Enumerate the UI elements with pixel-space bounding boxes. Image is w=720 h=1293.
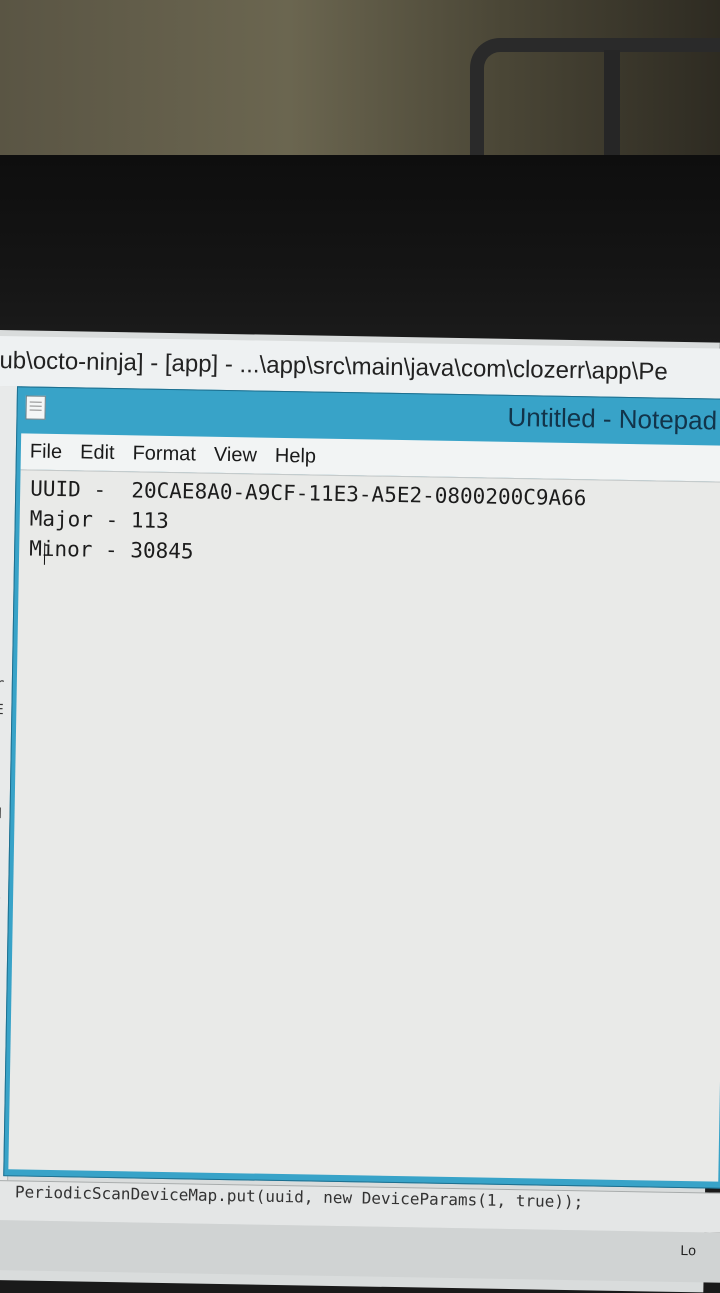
text-line-major: Major - 113 — [30, 507, 169, 533]
notepad-window[interactable]: Untitled - Notepad File Edit Format View… — [3, 386, 720, 1188]
notepad-title: Untitled - Notepad — [507, 402, 717, 437]
gutter-glyph: k — [0, 886, 1, 902]
monitor-bezel — [0, 155, 720, 355]
status-text: Lo — [680, 1242, 696, 1258]
menu-help[interactable]: Help — [266, 444, 326, 468]
notepad-text-area[interactable]: UUID - 20CAE8A0-A9CF-11E3-A5E2-0800200C9… — [8, 469, 720, 1181]
gutter-glyph: r — [0, 676, 4, 692]
menu-file[interactable]: File — [21, 440, 72, 464]
text-caret — [44, 543, 45, 565]
menu-edit[interactable]: Edit — [71, 441, 124, 465]
menu-format[interactable]: Format — [123, 442, 205, 466]
gutter-glyph: E — [0, 702, 4, 718]
text-line-minor: Minor - 30845 — [29, 537, 194, 564]
background-chair — [470, 38, 720, 170]
text-line-uuid: UUID - 20CAE8A0-A9CF-11E3-A5E2-0800200C9… — [30, 477, 587, 511]
monitor-screen: ub\octo-ninja] - [app] - ...\app\src\mai… — [0, 330, 720, 1292]
menu-view[interactable]: View — [205, 443, 266, 467]
gutter-glyph: d — [0, 806, 2, 822]
background-chair-post — [604, 50, 620, 170]
notepad-app-icon[interactable] — [25, 395, 45, 419]
